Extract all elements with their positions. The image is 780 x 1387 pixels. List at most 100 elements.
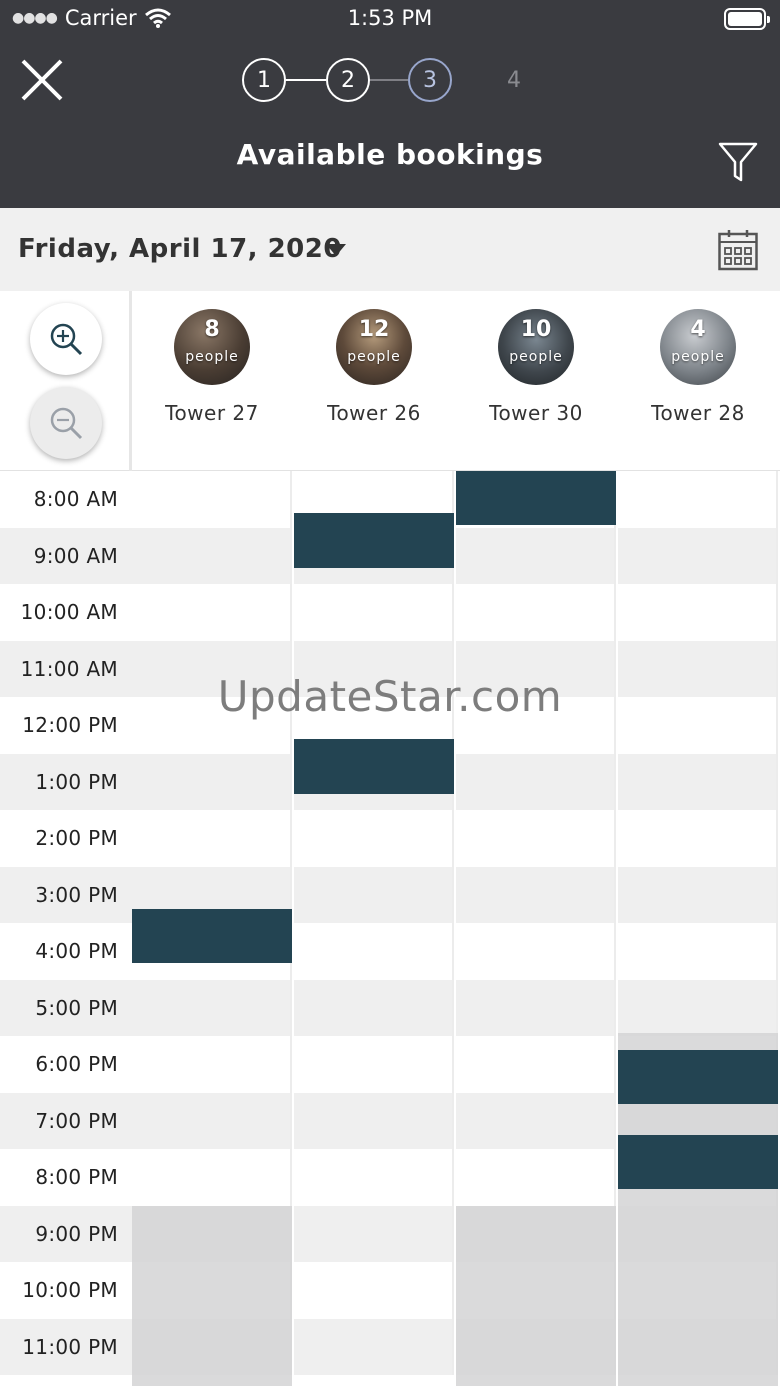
step-3-current[interactable]: 3	[408, 58, 452, 102]
time-slot[interactable]	[456, 866, 616, 923]
room-tower-30[interactable]: 10 people Tower 30	[456, 309, 616, 425]
unavailable-block	[456, 1205, 616, 1387]
time-slot[interactable]	[132, 1036, 292, 1093]
zoom-out-button[interactable]	[30, 387, 102, 459]
booking-block[interactable]	[618, 1134, 778, 1190]
time-slot[interactable]	[618, 471, 778, 528]
time-slot[interactable]	[294, 866, 454, 923]
room-photo: 12 people	[336, 309, 412, 385]
step-connector	[286, 79, 326, 81]
room-columns	[132, 471, 780, 1387]
time-label: 11:00 PM	[0, 1318, 132, 1375]
zoom-out-icon	[50, 407, 83, 440]
time-label: 8:00 AM	[33, 487, 118, 512]
time-slot[interactable]	[618, 923, 778, 980]
booking-block[interactable]	[618, 1050, 778, 1105]
time-slot[interactable]	[132, 584, 292, 641]
time-slot[interactable]	[456, 584, 616, 641]
time-slot[interactable]	[618, 584, 778, 641]
step-1[interactable]: 1	[242, 58, 286, 102]
room-capacity-label: people	[509, 349, 563, 365]
time-slot[interactable]	[456, 979, 616, 1036]
room-tower-26[interactable]: 12 people Tower 26	[294, 309, 454, 425]
time-slot[interactable]	[132, 1092, 292, 1149]
date-bar: Friday, April 17, 2020	[0, 208, 780, 291]
time-label: 10:00 AM	[20, 600, 118, 625]
time-slot[interactable]	[456, 753, 616, 810]
time-slot[interactable]	[294, 1036, 454, 1093]
schedule-grid: 8:00 AM 9:00 AM 10:00 AM 11:00 AM 12:00 PM 1:…	[0, 471, 780, 1387]
room-name: Tower 28	[651, 401, 745, 425]
chevron-down-icon[interactable]	[326, 244, 346, 256]
time-label: 1:00 PM	[0, 753, 132, 810]
time-slot[interactable]	[294, 979, 454, 1036]
time-slot[interactable]	[456, 810, 616, 867]
date-picker-label[interactable]: Friday, April 17, 2020	[18, 234, 342, 264]
step-2[interactable]: 2	[326, 58, 370, 102]
room-capacity-label: people	[185, 349, 239, 365]
room-capacity-label: people	[347, 349, 401, 365]
room-photo: 10 people	[498, 309, 574, 385]
time-label: 6:00 PM	[35, 1052, 118, 1077]
battery-icon	[724, 8, 770, 30]
calendar-icon[interactable]	[718, 229, 758, 271]
filter-icon[interactable]	[718, 140, 758, 184]
room-name: Tower 27	[165, 401, 259, 425]
room-capacity: 4	[690, 317, 706, 342]
booking-block[interactable]	[294, 513, 454, 568]
booking-block[interactable]	[132, 908, 292, 964]
time-column: 8:00 AM 9:00 AM 10:00 AM 11:00 AM 12:00 PM 1:…	[0, 471, 132, 1375]
room-name: Tower 26	[327, 401, 421, 425]
room-photo: 4 people	[660, 309, 736, 385]
booking-block[interactable]	[456, 471, 616, 526]
room-photo: 8 people	[174, 309, 250, 385]
watermark: UpdateStar.com	[217, 672, 563, 721]
room-capacity: 8	[204, 317, 220, 342]
room-tower-27[interactable]: 8 people Tower 27	[132, 309, 292, 425]
time-slot[interactable]	[132, 1149, 292, 1206]
time-slot[interactable]	[618, 866, 778, 923]
status-bar: ●●●● Carrier 1:53 PM	[0, 0, 780, 38]
step-connector	[370, 79, 408, 81]
time-slot[interactable]	[456, 1036, 616, 1093]
step-4: 4	[507, 67, 521, 93]
time-slot[interactable]	[132, 753, 292, 810]
time-slot[interactable]	[132, 979, 292, 1036]
unavailable-block	[132, 1205, 292, 1387]
time-label: 10:00 PM	[22, 1278, 118, 1303]
status-time: 1:53 PM	[347, 6, 433, 30]
room-capacity-label: people	[671, 349, 725, 365]
time-slot[interactable]	[132, 527, 292, 584]
time-slot[interactable]	[294, 923, 454, 980]
time-slot[interactable]	[456, 527, 616, 584]
step-indicator: 1 2 3 4	[242, 58, 542, 102]
time-slot[interactable]	[294, 1262, 454, 1319]
room-tower-28[interactable]: 4 people Tower 28	[618, 309, 778, 425]
time-label: 5:00 PM	[0, 979, 132, 1036]
app-header: ●●●● Carrier 1:53 PM 1 2 3 4 Available b…	[0, 0, 780, 208]
booking-block[interactable]	[294, 739, 454, 794]
time-slot[interactable]	[618, 753, 778, 810]
time-slot[interactable]	[294, 1092, 454, 1149]
time-slot[interactable]	[132, 810, 292, 867]
time-slot[interactable]	[294, 1149, 454, 1206]
time-slot[interactable]	[294, 1205, 454, 1262]
time-label: 8:00 PM	[35, 1165, 118, 1190]
time-slot[interactable]	[618, 810, 778, 867]
time-slot[interactable]	[294, 584, 454, 641]
time-label: 4:00 PM	[35, 939, 118, 964]
time-slot[interactable]	[294, 810, 454, 867]
zoom-in-button[interactable]	[30, 303, 102, 375]
zoom-in-icon	[50, 323, 83, 356]
page-title: Available bookings	[236, 138, 544, 171]
time-slot[interactable]	[456, 923, 616, 980]
room-capacity: 12	[358, 317, 390, 342]
time-label: 9:00 AM	[0, 527, 132, 584]
time-slot[interactable]	[456, 1092, 616, 1149]
time-slot[interactable]	[294, 1318, 454, 1375]
time-slot[interactable]	[456, 1149, 616, 1206]
close-icon[interactable]	[18, 56, 66, 104]
time-slot[interactable]	[618, 979, 778, 1036]
time-slot[interactable]	[132, 471, 292, 528]
time-slot[interactable]	[618, 527, 778, 584]
